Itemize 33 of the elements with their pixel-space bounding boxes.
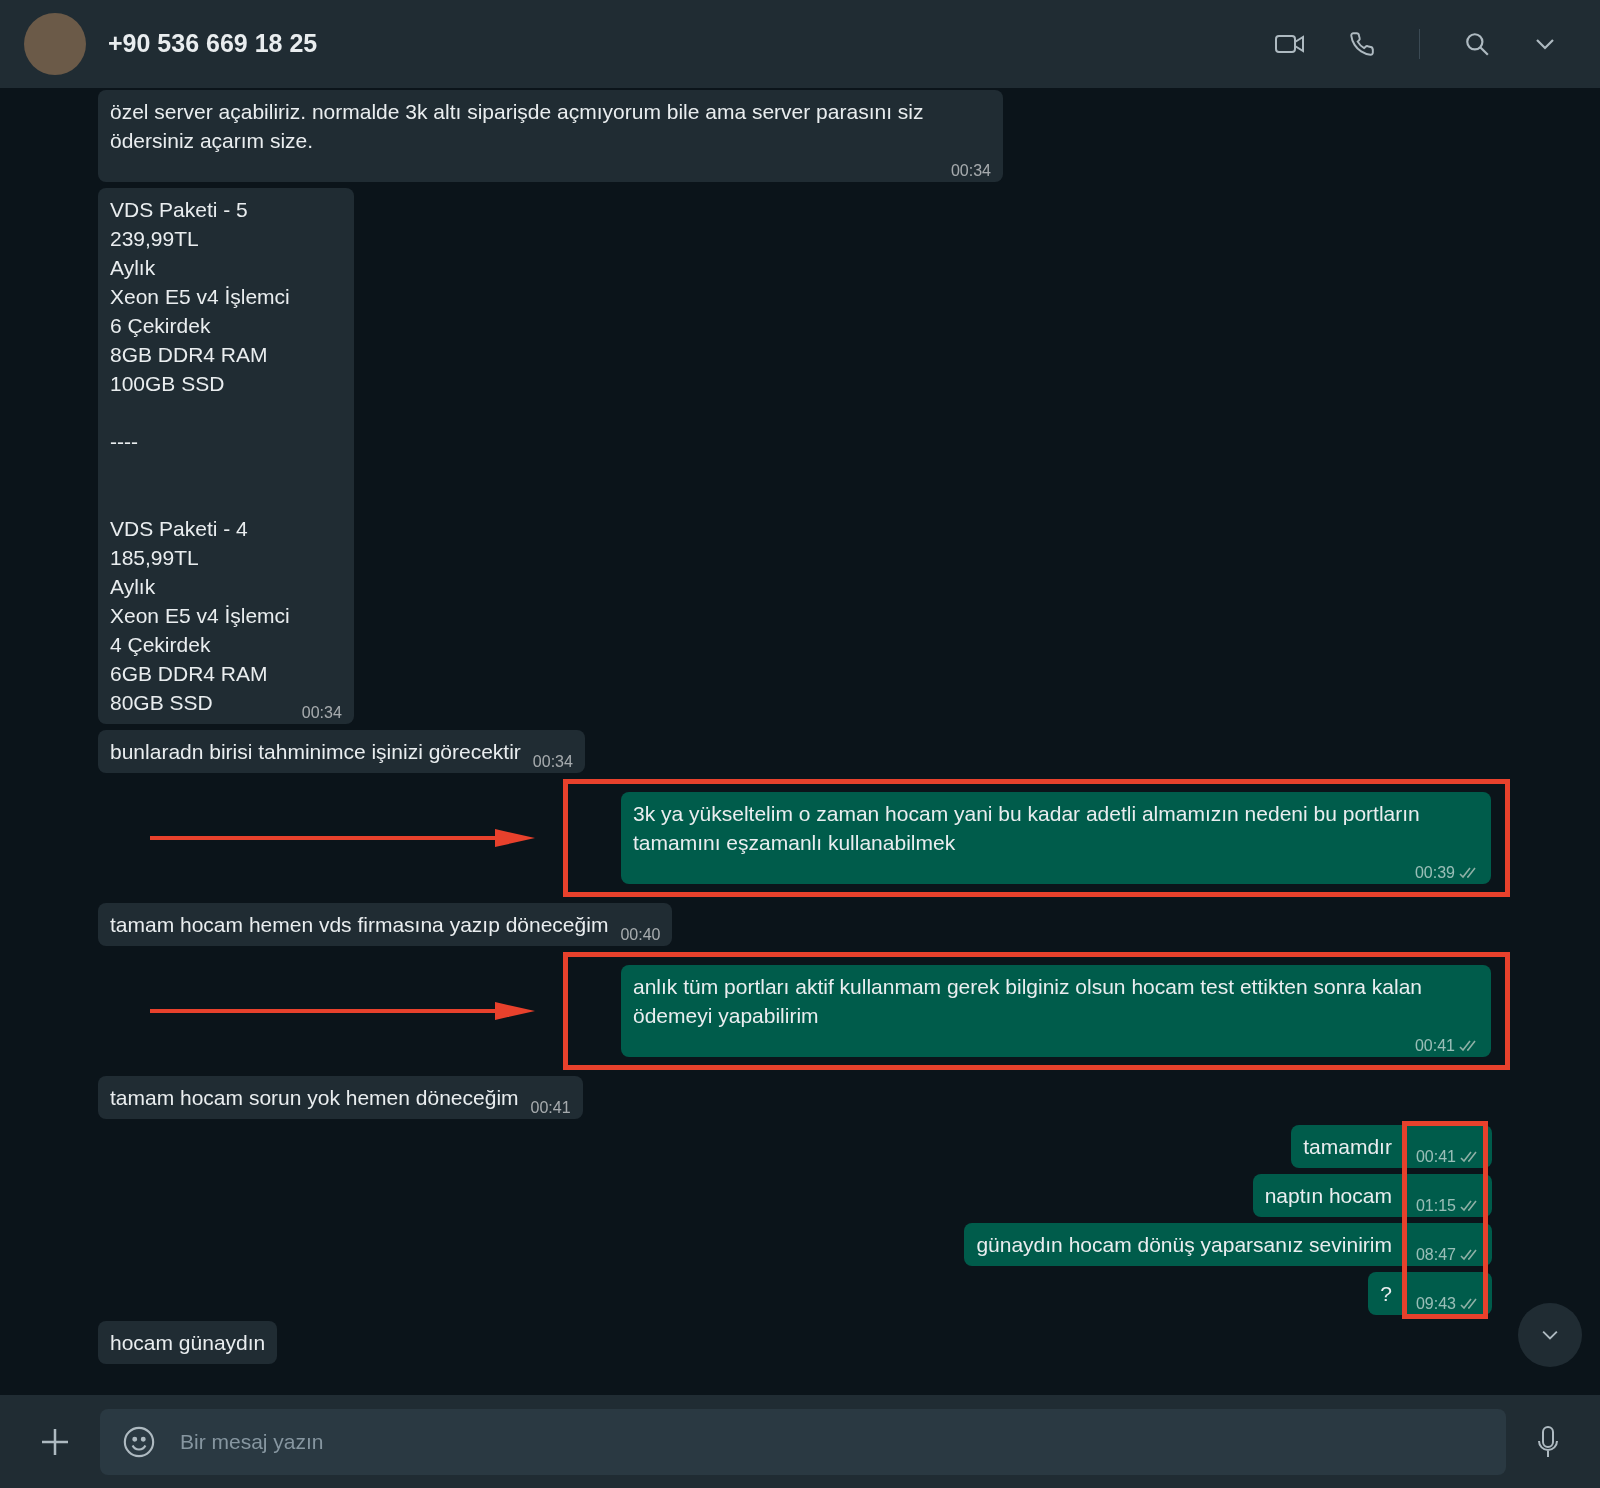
message-input-field[interactable]: Bir mesaj yazın bbox=[100, 1408, 1506, 1475]
message-time: 00:40 bbox=[620, 925, 661, 945]
message-time: 00:39 bbox=[1414, 863, 1455, 883]
message-text: özel server açabiliriz. normalde 3k altı siparişde açmıyorum bile ama server parasını siz ödersiniz açarım size. bbox=[110, 99, 925, 154]
message-text: hocam günaydın bbox=[110, 1330, 266, 1356]
message-time: 00:34 bbox=[950, 161, 991, 181]
message-text: VDS Paketi - 5 239,99TL Aylık Xeon E5 v4 İşlemci 6 Çekirdek 8GB DDR4 RAM 100GB SSD ---- VDS Paketi - 4 185,99TL Aylık Xeon E5 v4 İşlemci 4 Çekirdek 6GB DDR4 RAM 80GB SSD bbox=[110, 197, 290, 716]
message-text: günaydın hocam dönüş yaparsanız sevinirim bbox=[976, 1232, 1392, 1258]
message-text: naptın hocam bbox=[1264, 1183, 1392, 1209]
message-time: 08:47 bbox=[1415, 1245, 1456, 1265]
video-call-icon[interactable] bbox=[1275, 33, 1305, 55]
message-time: 00:34 bbox=[301, 703, 342, 723]
message-text: anlık tüm portları aktif kullanmam gerek bilginiz olsun hocam test ettikten sonra kalan ödemeyi yapabilirim bbox=[633, 974, 1424, 1029]
message-text: tamamdır bbox=[1303, 1134, 1392, 1160]
chevron-down-icon[interactable] bbox=[1534, 37, 1556, 51]
message-time: 00:34 bbox=[532, 752, 573, 772]
contact-name[interactable]: +90 536 669 18 25 bbox=[108, 25, 318, 63]
message-text: bunlaradn birisi tahminimce işinizi görecektir bbox=[110, 739, 521, 765]
microphone-icon[interactable] bbox=[1536, 1424, 1560, 1459]
message-text: tamam hocam hemen vds firmasına yazıp döneceğim bbox=[110, 912, 609, 938]
message-time: 00:41 bbox=[530, 1098, 571, 1118]
message-time: 00:41 bbox=[1415, 1147, 1456, 1167]
chevron-down-icon bbox=[1540, 1329, 1560, 1341]
plus-icon[interactable] bbox=[40, 1426, 70, 1457]
message-time: 01:15 bbox=[1415, 1196, 1456, 1216]
message-time: 09:43 bbox=[1415, 1294, 1456, 1314]
message-text: 3k ya yükseltelim o zaman hocam yani bu kadar adetli almamızın nedeni bu portların tamamını eşzamanlı kullanabilmek bbox=[633, 801, 1421, 856]
smiley-icon[interactable] bbox=[122, 1424, 156, 1459]
message-time: 00:41 bbox=[1414, 1036, 1455, 1056]
search-icon[interactable] bbox=[1464, 31, 1490, 57]
message-text: ? bbox=[1380, 1281, 1392, 1307]
phone-icon[interactable] bbox=[1349, 31, 1375, 57]
message-text: tamam hocam sorun yok hemen döneceğim bbox=[110, 1085, 519, 1111]
